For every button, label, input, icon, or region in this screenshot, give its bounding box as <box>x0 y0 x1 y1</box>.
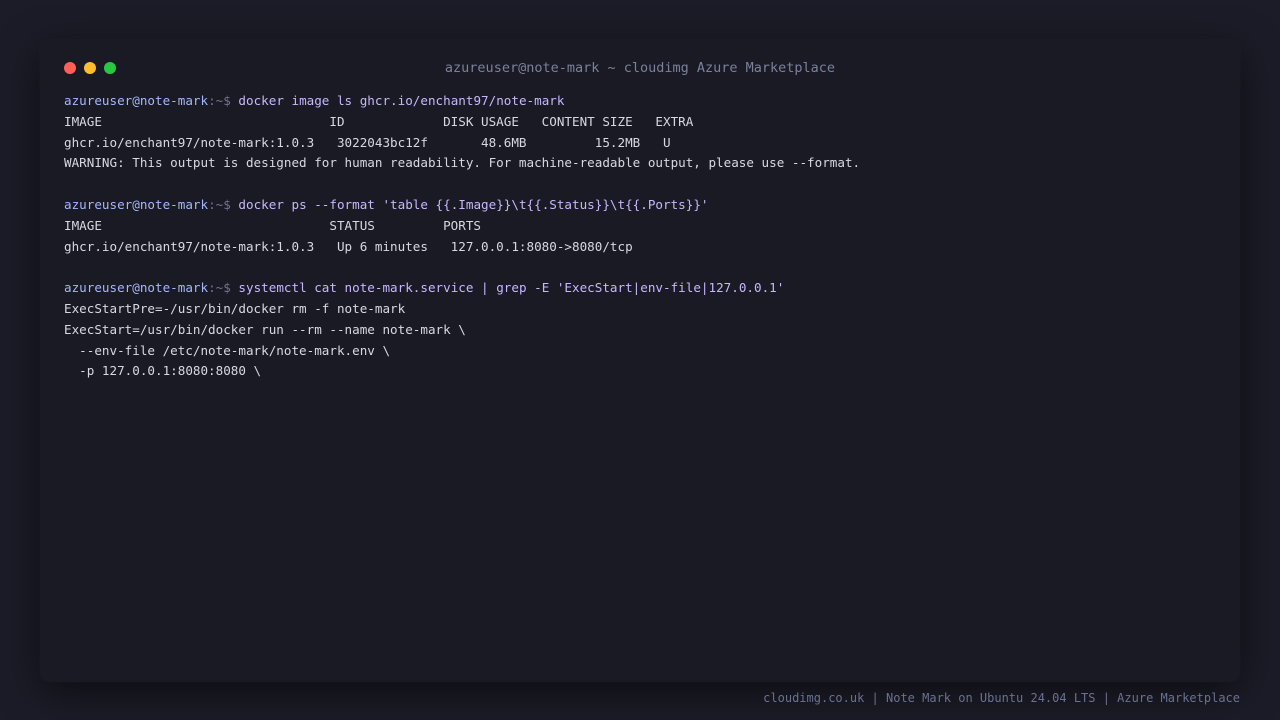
output-line: IMAGE ID DISK USAGE CONTENT SIZE EXTRA <box>64 113 694 129</box>
prompt-user-host: azureuser@note-mark <box>64 93 209 108</box>
window-title: azureuser@note-mark ~ cloudimg Azure Mar… <box>444 60 836 76</box>
terminal-output[interactable]: azureuser@note-mark:~$ docker image ls g… <box>64 91 1214 382</box>
prompt-user-host: azureuser@note-mark <box>64 280 209 296</box>
command-text: systemctl cat note-mark.service | grep -… <box>238 280 785 296</box>
prompt-suffix: :~$ <box>208 280 231 296</box>
output-line: ghcr.io/enchant97/note-mark:1.0.3 Up 6 m… <box>64 238 633 254</box>
output-line: IMAGE STATUS PORTS <box>64 217 482 233</box>
title-bar[interactable]: azureuser@note-mark ~ cloudimg Azure Mar… <box>40 40 1240 96</box>
output-line: ExecStart=/usr/bin/docker run --rm --nam… <box>64 321 466 337</box>
warning-line: WARNING: This output is designed for hum… <box>64 155 861 171</box>
command-line: azureuser@note-mark:~$ docker image ls g… <box>64 91 1214 112</box>
prompt-suffix: :~$ <box>208 196 231 212</box>
terminal-window[interactable]: azureuser@note-mark ~ cloudimg Azure Mar… <box>40 40 1240 682</box>
command-text: docker image ls ghcr.io/enchant97/note-m… <box>238 93 565 108</box>
output-line: ghcr.io/enchant97/note-mark:1.0.3 302204… <box>64 134 671 150</box>
output-line: --env-file /etc/note-mark/note-mark.env … <box>64 342 391 358</box>
command-line: azureuser@note-mark:~$ systemctl cat not… <box>64 278 1214 299</box>
command-line: azureuser@note-mark:~$ docker ps --forma… <box>64 195 1214 216</box>
output-line: ExecStartPre=-/usr/bin/docker rm -f note… <box>64 300 406 316</box>
prompt-user-host: azureuser@note-mark <box>64 196 209 212</box>
output-line: -p 127.0.0.1:8080:8080 \ <box>64 363 262 379</box>
prompt-suffix: :~$ <box>208 93 231 108</box>
command-text: docker ps --format 'table {{.Image}}\t{{… <box>238 196 709 212</box>
footer-caption: cloudimg.co.uk | Note Mark on Ubuntu 24.… <box>763 691 1240 705</box>
